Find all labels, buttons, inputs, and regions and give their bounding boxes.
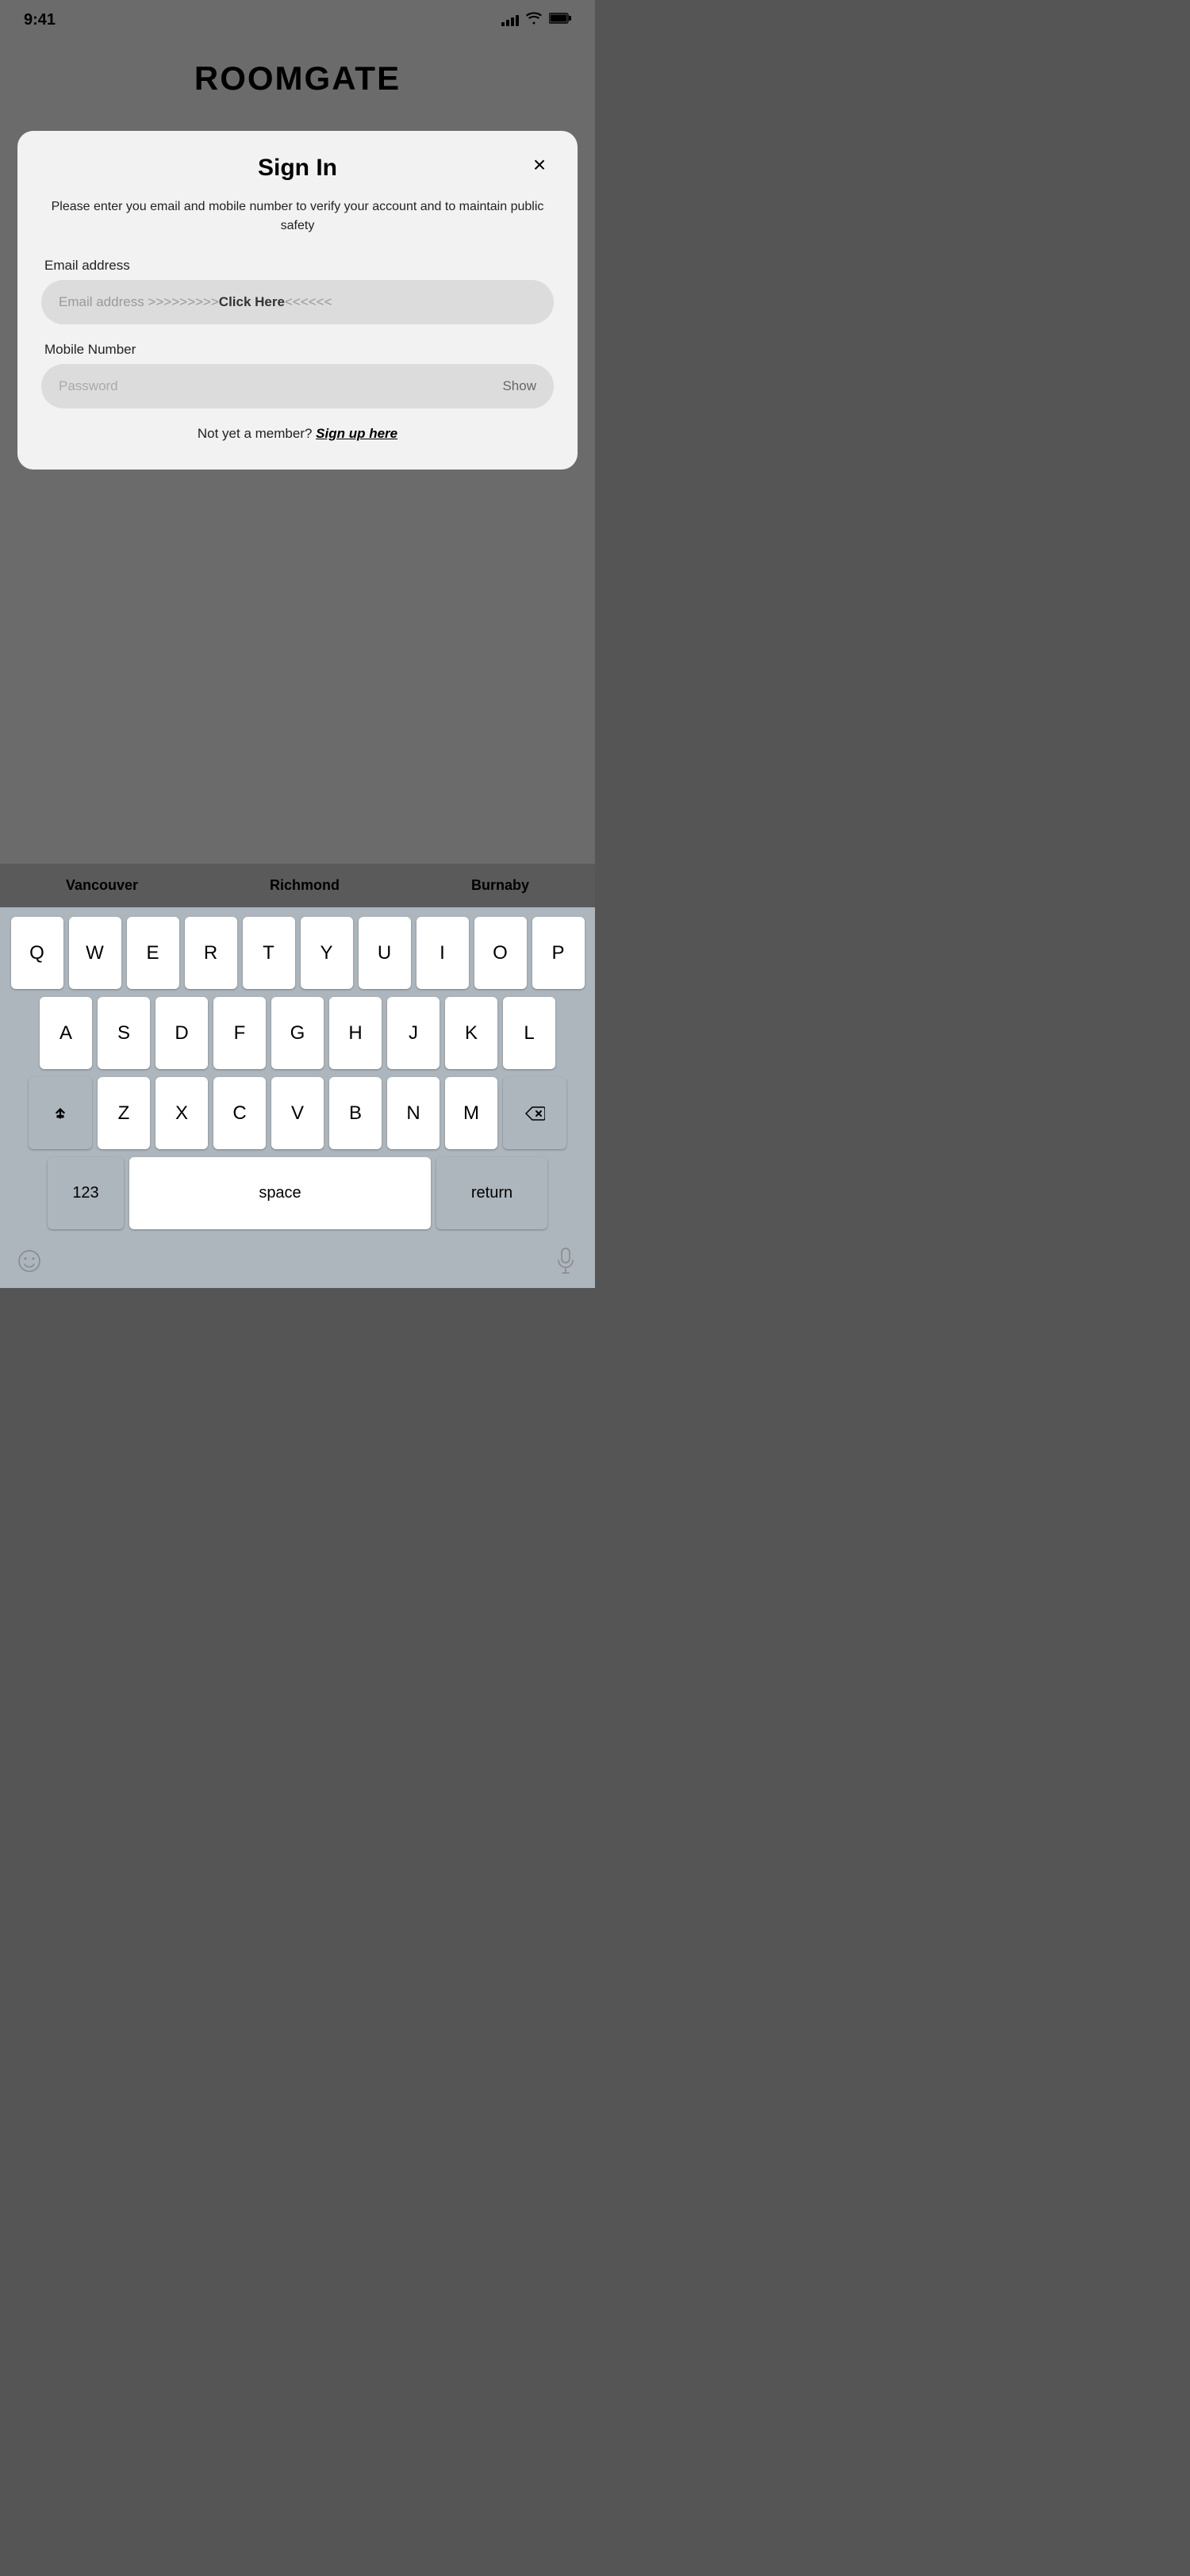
key-f[interactable]: F <box>213 997 266 1069</box>
status-icons <box>501 12 571 29</box>
mobile-label: Mobile Number <box>44 342 554 358</box>
signup-section: Not yet a member? Sign up here <box>41 426 554 442</box>
city-tab-richmond[interactable]: Richmond <box>270 877 340 894</box>
modal-header: Sign In × <box>41 155 554 182</box>
email-after-text: <<<<<< <box>285 294 332 310</box>
emoji-icon[interactable] <box>10 1241 49 1281</box>
microphone-icon[interactable] <box>546 1241 585 1281</box>
key-j[interactable]: J <box>387 997 440 1069</box>
email-label: Email address <box>44 258 554 274</box>
wifi-icon <box>525 12 543 29</box>
return-key[interactable]: return <box>436 1157 547 1229</box>
signin-modal: Sign In × Please enter you email and mob… <box>17 131 578 470</box>
status-bar: 9:41 <box>0 0 595 40</box>
modal-subtitle: Please enter you email and mobile number… <box>41 197 554 236</box>
key-n[interactable]: N <box>387 1077 440 1149</box>
email-input[interactable]: Email address >>>>>>>>>Click Here<<<<<< <box>41 280 554 324</box>
battery-icon <box>549 13 571 28</box>
key-v[interactable]: V <box>271 1077 324 1149</box>
key-z[interactable]: Z <box>98 1077 150 1149</box>
space-key[interactable]: space <box>129 1157 431 1229</box>
key-m[interactable]: M <box>445 1077 497 1149</box>
backspace-key[interactable] <box>503 1077 566 1149</box>
key-i[interactable]: I <box>416 917 469 989</box>
key-k[interactable]: K <box>445 997 497 1069</box>
key-e[interactable]: E <box>127 917 179 989</box>
app-title: ROOMGATE <box>0 59 595 98</box>
key-s[interactable]: S <box>98 997 150 1069</box>
shift-key[interactable] <box>29 1077 92 1149</box>
key-g[interactable]: G <box>271 997 324 1069</box>
email-click-here[interactable]: Click Here <box>219 294 285 310</box>
key-q[interactable]: Q <box>11 917 63 989</box>
key-o[interactable]: O <box>474 917 527 989</box>
keyboard-row-4: 123 space return <box>3 1157 592 1229</box>
key-a[interactable]: A <box>40 997 92 1069</box>
modal-title: Sign In <box>258 155 337 182</box>
keyboard-accessory-row <box>3 1237 592 1285</box>
email-placeholder-text: Email address >>>>>>>>> <box>59 294 219 310</box>
keyboard-row-3: Z X C V B N M <box>3 1077 592 1149</box>
key-h[interactable]: H <box>329 997 382 1069</box>
key-b[interactable]: B <box>329 1077 382 1149</box>
key-d[interactable]: D <box>155 997 208 1069</box>
password-placeholder: Password <box>59 378 118 394</box>
signup-prefix: Not yet a member? <box>198 426 316 441</box>
key-u[interactable]: U <box>359 917 411 989</box>
signal-icon <box>501 13 519 26</box>
key-c[interactable]: C <box>213 1077 266 1149</box>
key-t[interactable]: T <box>243 917 295 989</box>
signup-link[interactable]: Sign up here <box>316 426 397 441</box>
city-tabs: Vancouver Richmond Burnaby <box>0 864 595 907</box>
key-l[interactable]: L <box>503 997 555 1069</box>
key-r[interactable]: R <box>185 917 237 989</box>
key-y[interactable]: Y <box>301 917 353 989</box>
num-key[interactable]: 123 <box>48 1157 124 1229</box>
password-field[interactable]: Password Show <box>41 364 554 408</box>
show-password-button[interactable]: Show <box>502 378 536 394</box>
keyboard-row-2: A S D F G H J K L <box>3 997 592 1069</box>
city-tab-burnaby[interactable]: Burnaby <box>471 877 529 894</box>
city-tab-vancouver[interactable]: Vancouver <box>66 877 138 894</box>
keyboard-row-1: Q W E R T Y U I O P <box>3 917 592 989</box>
key-x[interactable]: X <box>155 1077 208 1149</box>
keyboard: Q W E R T Y U I O P A S D F G H J K L Z … <box>0 907 595 1288</box>
status-time: 9:41 <box>24 11 56 29</box>
close-button[interactable]: × <box>525 151 554 179</box>
key-p[interactable]: P <box>532 917 585 989</box>
key-w[interactable]: W <box>69 917 121 989</box>
